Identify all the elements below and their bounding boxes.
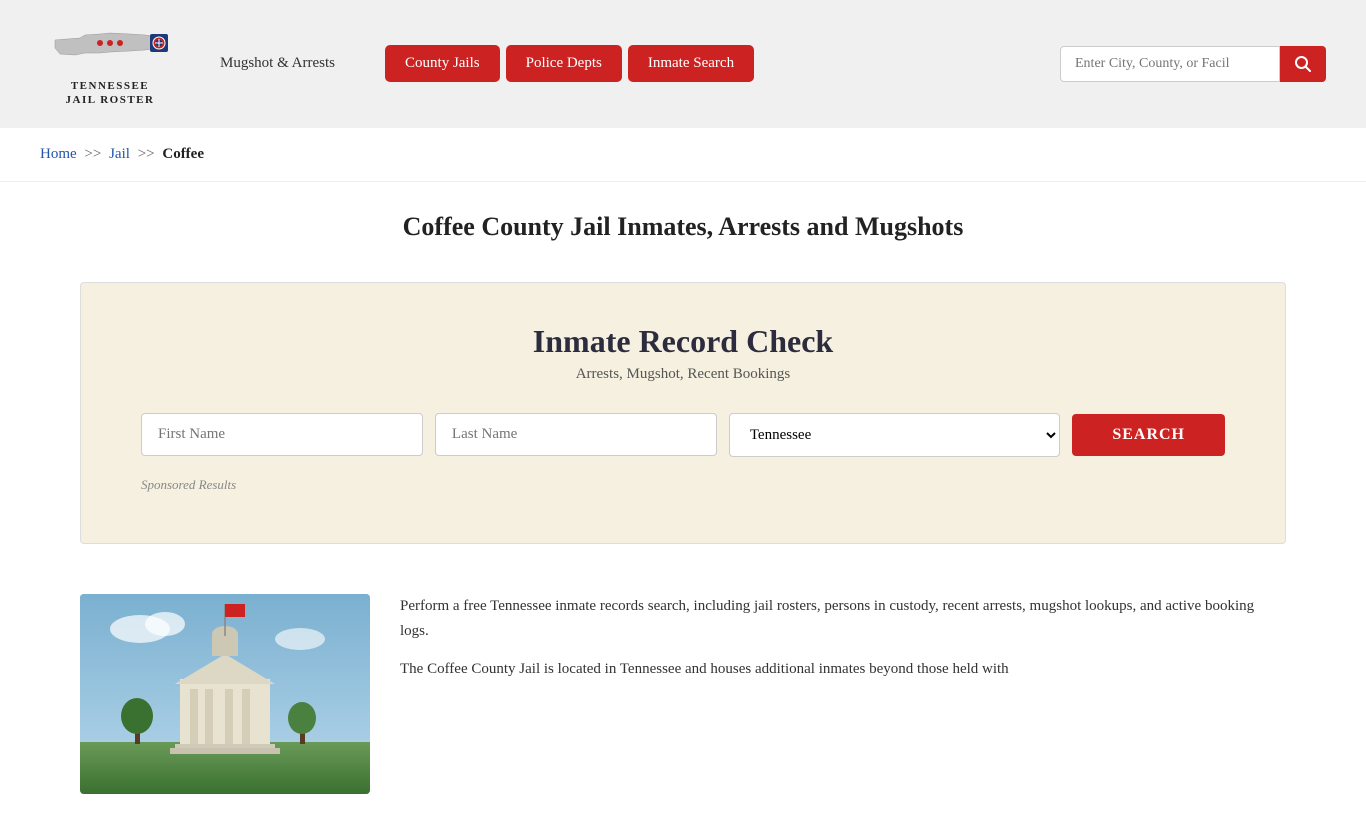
nav-buttons: County Jails Police Depts Inmate Search [385,45,754,82]
search-icon [1294,55,1312,73]
courthouse-illustration [80,594,370,794]
first-name-input[interactable] [141,413,423,456]
last-name-input[interactable] [435,413,717,456]
header-search-button[interactable] [1280,46,1326,82]
breadcrumb-bar: Home >> Jail >> Coffee [0,128,1366,182]
inmate-search-button[interactable]: Inmate Search [628,45,754,82]
county-jails-button[interactable]: County Jails [385,45,500,82]
record-check-title: Inmate Record Check [141,323,1225,360]
breadcrumb: Home >> Jail >> Coffee [40,146,1326,163]
content-text: Perform a free Tennessee inmate records … [400,594,1286,695]
content-paragraph-2: The Coffee County Jail is located in Ten… [400,657,1286,683]
logo-text: TENNESSEE JAIL ROSTER [66,79,155,108]
page-title-section: Coffee County Jail Inmates, Arrests and … [0,182,1366,262]
header-search-input[interactable] [1060,46,1280,82]
breadcrumb-sep1: >> [84,146,101,162]
state-select[interactable]: Tennessee Alabama Alaska Arizona Arkansa… [729,413,1061,457]
content-section: Perform a free Tennessee inmate records … [0,564,1366,824]
police-depts-button[interactable]: Police Depts [506,45,622,82]
content-image [80,594,370,794]
tennessee-logo-svg [50,20,170,75]
sponsored-label: Sponsored Results [141,477,1225,493]
record-check-box: Inmate Record Check Arrests, Mugshot, Re… [80,282,1286,544]
header-search-area [1060,46,1326,82]
breadcrumb-jail[interactable]: Jail [109,146,130,162]
mugshot-arrests-link[interactable]: Mugshot & Arrests [220,55,335,72]
record-search-form: Tennessee Alabama Alaska Arizona Arkansa… [141,413,1225,457]
record-check-subtitle: Arrests, Mugshot, Recent Bookings [141,366,1225,383]
logo-area: TENNESSEE JAIL ROSTER [40,20,180,108]
page-title: Coffee County Jail Inmates, Arrests and … [40,212,1326,242]
breadcrumb-sep2: >> [138,146,155,162]
header: TENNESSEE JAIL ROSTER Mugshot & Arrests … [0,0,1366,128]
breadcrumb-current: Coffee [162,146,204,162]
record-search-button[interactable]: SEARCH [1072,414,1225,456]
breadcrumb-home[interactable]: Home [40,146,77,162]
content-paragraph-1: Perform a free Tennessee inmate records … [400,594,1286,645]
